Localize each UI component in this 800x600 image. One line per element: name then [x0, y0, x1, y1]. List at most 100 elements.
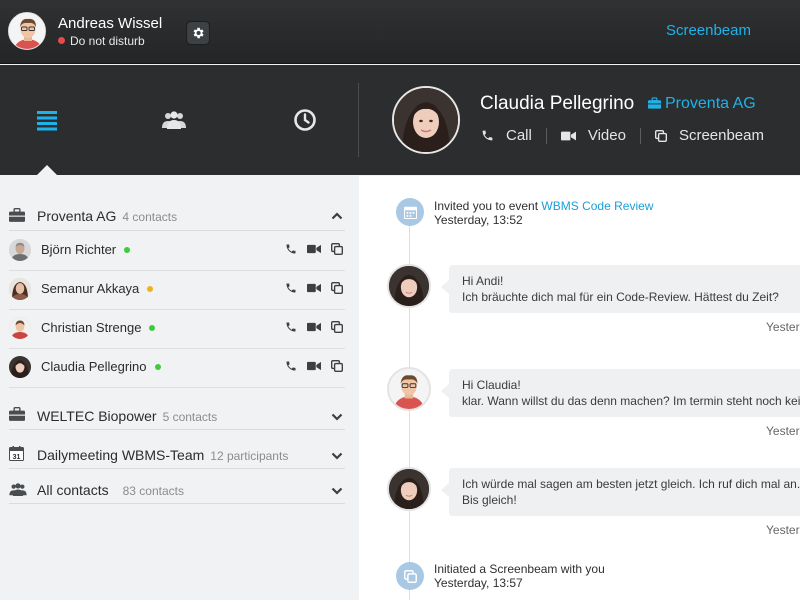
contact-row[interactable]: Christian Strenge	[9, 310, 345, 349]
group-count: 4 contacts	[122, 210, 178, 224]
group-count: 5 contacts	[162, 410, 218, 424]
group-icon	[9, 483, 27, 496]
group-title: Dailymeeting WBMS-Team 12 participants	[37, 447, 288, 463]
contact-row-name: Christian Strenge	[41, 320, 156, 335]
contact-name-text: Semanur Akkaya	[41, 281, 140, 296]
user-status[interactable]: Do not disturb	[58, 34, 145, 48]
video-label: Video	[587, 127, 626, 144]
contact-row-avatar	[9, 239, 31, 261]
contact-row[interactable]: Semanur Akkaya	[9, 271, 345, 310]
group-name: All contacts	[37, 482, 109, 498]
phone-icon[interactable]	[285, 243, 297, 255]
message-avatar[interactable]	[387, 264, 431, 308]
event-title: Invited you to event WBMS Code Review	[434, 199, 653, 213]
gear-icon	[193, 27, 204, 39]
message-time: Yesterday, 13:53	[766, 320, 800, 334]
contact-row-avatar	[9, 356, 31, 378]
status-dot	[58, 37, 65, 44]
message-bubble: Ich würde mal sagen am besten jetzt glei…	[441, 468, 800, 516]
video-button[interactable]: Video	[560, 127, 626, 144]
calendar-icon: 31	[9, 446, 24, 461]
calendar-icon	[403, 206, 417, 219]
briefcase-icon	[9, 208, 25, 222]
message-bubble: Hi Andi! Ich bräuchte dich mal für ein C…	[441, 265, 800, 313]
video-camera-icon[interactable]	[307, 282, 321, 294]
message-line: Hi Andi!	[462, 274, 504, 288]
screenbeam-icon[interactable]	[331, 282, 343, 294]
phone-icon	[482, 130, 493, 141]
event-badge	[396, 562, 424, 590]
group-name: WELTEC Biopower	[37, 408, 157, 424]
contact-row-actions	[285, 360, 343, 372]
video-camera-icon[interactable]	[307, 243, 321, 255]
group-title: All contacts 83 contacts	[37, 482, 184, 498]
settings-button[interactable]	[186, 21, 210, 45]
chevron-up-icon[interactable]	[331, 212, 343, 220]
clock-icon[interactable]	[293, 108, 317, 132]
message-bubble: Hi Claudia! klar. Wann willst du das den…	[441, 369, 800, 417]
video-camera-icon[interactable]	[307, 321, 321, 333]
contact-avatar[interactable]	[392, 86, 460, 154]
phone-icon[interactable]	[285, 321, 297, 333]
user-status-label: Do not disturb	[70, 34, 145, 48]
contact-name-text: Christian Strenge	[41, 320, 142, 335]
message-time: Yesterday, 13:56	[766, 523, 800, 537]
call-button[interactable]: Call	[481, 127, 532, 144]
action-separator	[639, 127, 641, 144]
contact-org-label: Proventa AG	[665, 95, 756, 112]
briefcase-icon	[9, 407, 25, 421]
header-divider	[358, 83, 359, 157]
conversation-panel: Invited you to event WBMS Code Review Ye…	[359, 176, 800, 600]
group-header-dailymeeting[interactable]: 31 Dailymeeting WBMS-Team 12 participants	[9, 445, 345, 469]
video-camera-icon[interactable]	[307, 360, 321, 372]
brand-logo[interactable]: Screenbeam	[666, 22, 751, 39]
contact-actions: Call Video Screenbeam	[481, 127, 764, 144]
presence-dot	[154, 364, 161, 370]
contact-row-actions	[285, 243, 343, 255]
message-avatar[interactable]	[387, 367, 431, 411]
screenbeam-icon[interactable]	[331, 321, 343, 333]
message-line: Bis gleich!	[462, 493, 517, 507]
contact-row[interactable]: Björn Richter	[9, 232, 345, 271]
contact-name-text: Claudia Pellegrino	[41, 359, 147, 374]
user-avatar[interactable]	[8, 12, 46, 50]
briefcase-icon	[648, 97, 661, 109]
presence-dot	[124, 247, 131, 253]
presence-dot	[149, 325, 156, 331]
top-bar: Andreas Wissel Do not disturb Screenbeam	[0, 0, 800, 64]
list-icon[interactable]	[35, 108, 59, 132]
contact-organization[interactable]: Proventa AG	[648, 95, 756, 113]
group-count: 83 contacts	[122, 484, 184, 498]
contact-row[interactable]: Claudia Pellegrino	[9, 349, 345, 388]
call-label: Call	[506, 127, 532, 144]
active-tab-indicator	[37, 165, 57, 175]
contact-row-name: Björn Richter	[41, 242, 131, 257]
contact-row-avatar	[9, 278, 31, 300]
event-link[interactable]: WBMS Code Review	[541, 199, 653, 213]
message-line: Hi Claudia!	[462, 378, 521, 392]
screenbeam-icon[interactable]	[331, 360, 343, 372]
message-avatar[interactable]	[387, 467, 431, 511]
chevron-down-icon[interactable]	[331, 413, 343, 421]
contact-name: Claudia Pellegrino	[480, 93, 635, 114]
screenbeam-icon	[403, 569, 417, 583]
group-header-weltec[interactable]: WELTEC Biopower 5 contacts	[9, 406, 345, 430]
phone-icon[interactable]	[285, 360, 297, 372]
screenbeam-icon[interactable]	[331, 243, 343, 255]
event-title: Initiated a Screenbeam with you	[434, 562, 605, 576]
calendar-day: 31	[13, 454, 21, 461]
group-icon[interactable]	[162, 108, 186, 132]
chevron-down-icon[interactable]	[331, 452, 343, 460]
user-name: Andreas Wissel	[58, 15, 163, 32]
presence-dot	[147, 286, 154, 292]
group-header-proventa[interactable]: Proventa AG 4 contacts	[9, 206, 345, 231]
phone-icon[interactable]	[285, 282, 297, 294]
chevron-down-icon[interactable]	[331, 487, 343, 495]
event-prefix: Invited you to event	[434, 199, 539, 213]
message-time: Yesterday, 13:55	[766, 424, 800, 438]
screenbeam-icon	[654, 129, 667, 142]
message-line: Ich bräuchte dich mal für ein Code-Revie…	[462, 290, 779, 304]
screenbeam-button[interactable]: Screenbeam	[654, 127, 764, 144]
message-line: klar. Wann willst du das denn machen? Im…	[462, 394, 800, 408]
group-header-all-contacts[interactable]: All contacts 83 contacts	[9, 480, 345, 504]
